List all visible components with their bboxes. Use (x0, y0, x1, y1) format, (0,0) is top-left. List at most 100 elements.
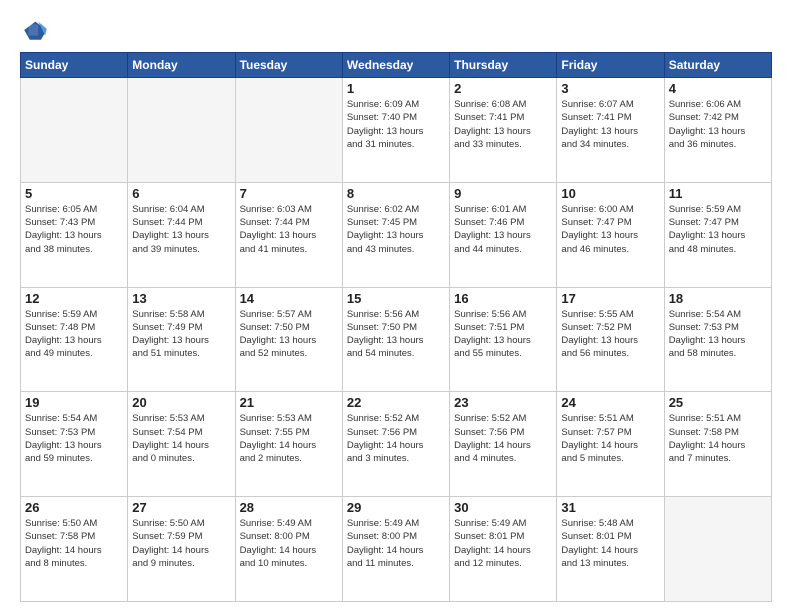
day-info: Sunrise: 5:54 AM Sunset: 7:53 PM Dayligh… (25, 412, 123, 465)
calendar-cell: 30 Sunrise: 5:49 AM Sunset: 8:01 PM Dayli… (450, 497, 557, 602)
calendar-cell: 22Sunrise: 5:52 AM Sunset: 7:56 PM Dayli… (342, 392, 449, 497)
calendar-header-row: SundayMondayTuesdayWednesdayThursdayFrid… (21, 53, 772, 78)
day-info: Sunrise: 6:06 AM Sunset: 7:42 PM Dayligh… (669, 98, 767, 151)
col-header-saturday: Saturday (664, 53, 771, 78)
calendar-cell: 29 Sunrise: 5:49 AM Sunset: 8:00 PM Dayli… (342, 497, 449, 602)
calendar-cell: 12Sunrise: 5:59 AM Sunset: 7:48 PM Dayli… (21, 287, 128, 392)
calendar-cell: 26 Sunrise: 5:50 AM Sunset: 7:58 PM Dayli… (21, 497, 128, 602)
day-info: Sunrise: 6:00 AM Sunset: 7:47 PM Dayligh… (561, 203, 659, 256)
day-number: 28 (240, 500, 338, 515)
day-number: 6 (132, 186, 230, 201)
day-info: Sunrise: 5:53 AM Sunset: 7:54 PM Dayligh… (132, 412, 230, 465)
calendar-cell: 11Sunrise: 5:59 AM Sunset: 7:47 PM Dayli… (664, 182, 771, 287)
calendar-cell (21, 78, 128, 183)
day-number: 27 (132, 500, 230, 515)
calendar-cell: 8 Sunrise: 6:02 AM Sunset: 7:45 PM Daylig… (342, 182, 449, 287)
week-row-4: 19 Sunrise: 5:54 AM Sunset: 7:53 PM Dayli… (21, 392, 772, 497)
day-number: 19 (25, 395, 123, 410)
day-info: Sunrise: 6:02 AM Sunset: 7:45 PM Dayligh… (347, 203, 445, 256)
day-info: Sunrise: 5:48 AM Sunset: 8:01 PM Dayligh… (561, 517, 659, 570)
calendar-cell: 25Sunrise: 5:51 AM Sunset: 7:58 PM Dayli… (664, 392, 771, 497)
day-number: 23 (454, 395, 552, 410)
day-info: Sunrise: 5:56 AM Sunset: 7:50 PM Dayligh… (347, 308, 445, 361)
week-row-3: 12Sunrise: 5:59 AM Sunset: 7:48 PM Dayli… (21, 287, 772, 392)
col-header-sunday: Sunday (21, 53, 128, 78)
calendar-cell: 18 Sunrise: 5:54 AM Sunset: 7:53 PM Dayli… (664, 287, 771, 392)
day-info: Sunrise: 5:59 AM Sunset: 7:47 PM Dayligh… (669, 203, 767, 256)
day-info: Sunrise: 5:52 AM Sunset: 7:56 PM Dayligh… (454, 412, 552, 465)
day-info: Sunrise: 5:49 AM Sunset: 8:01 PM Dayligh… (454, 517, 552, 570)
col-header-monday: Monday (128, 53, 235, 78)
day-info: Sunrise: 5:50 AM Sunset: 7:59 PM Dayligh… (132, 517, 230, 570)
day-number: 1 (347, 81, 445, 96)
page: SundayMondayTuesdayWednesdayThursdayFrid… (0, 0, 792, 612)
calendar-cell: 5 Sunrise: 6:05 AM Sunset: 7:43 PM Daylig… (21, 182, 128, 287)
day-info: Sunrise: 6:07 AM Sunset: 7:41 PM Dayligh… (561, 98, 659, 151)
day-number: 16 (454, 291, 552, 306)
calendar-cell (664, 497, 771, 602)
day-info: Sunrise: 6:01 AM Sunset: 7:46 PM Dayligh… (454, 203, 552, 256)
day-info: Sunrise: 6:04 AM Sunset: 7:44 PM Dayligh… (132, 203, 230, 256)
calendar-cell: 16Sunrise: 5:56 AM Sunset: 7:51 PM Dayli… (450, 287, 557, 392)
day-number: 31 (561, 500, 659, 515)
day-number: 8 (347, 186, 445, 201)
calendar-cell (128, 78, 235, 183)
day-info: Sunrise: 5:49 AM Sunset: 8:00 PM Dayligh… (347, 517, 445, 570)
calendar-cell: 27 Sunrise: 5:50 AM Sunset: 7:59 PM Dayli… (128, 497, 235, 602)
calendar-table: SundayMondayTuesdayWednesdayThursdayFrid… (20, 52, 772, 602)
calendar-cell: 4 Sunrise: 6:06 AM Sunset: 7:42 PM Daylig… (664, 78, 771, 183)
day-number: 29 (347, 500, 445, 515)
day-number: 22 (347, 395, 445, 410)
calendar-cell: 14 Sunrise: 5:57 AM Sunset: 7:50 PM Dayli… (235, 287, 342, 392)
week-row-1: 1 Sunrise: 6:09 AM Sunset: 7:40 PM Daylig… (21, 78, 772, 183)
day-number: 20 (132, 395, 230, 410)
day-number: 26 (25, 500, 123, 515)
calendar-cell: 15 Sunrise: 5:56 AM Sunset: 7:50 PM Dayli… (342, 287, 449, 392)
day-number: 21 (240, 395, 338, 410)
calendar-cell: 6 Sunrise: 6:04 AM Sunset: 7:44 PM Daylig… (128, 182, 235, 287)
day-info: Sunrise: 5:54 AM Sunset: 7:53 PM Dayligh… (669, 308, 767, 361)
calendar-cell: 2Sunrise: 6:08 AM Sunset: 7:41 PM Daylig… (450, 78, 557, 183)
day-number: 10 (561, 186, 659, 201)
col-header-wednesday: Wednesday (342, 53, 449, 78)
calendar-cell: 28Sunrise: 5:49 AM Sunset: 8:00 PM Dayli… (235, 497, 342, 602)
day-number: 5 (25, 186, 123, 201)
col-header-tuesday: Tuesday (235, 53, 342, 78)
day-number: 7 (240, 186, 338, 201)
day-info: Sunrise: 6:03 AM Sunset: 7:44 PM Dayligh… (240, 203, 338, 256)
day-info: Sunrise: 5:59 AM Sunset: 7:48 PM Dayligh… (25, 308, 123, 361)
calendar-cell: 13Sunrise: 5:58 AM Sunset: 7:49 PM Dayli… (128, 287, 235, 392)
col-header-friday: Friday (557, 53, 664, 78)
day-number: 30 (454, 500, 552, 515)
week-row-5: 26 Sunrise: 5:50 AM Sunset: 7:58 PM Dayli… (21, 497, 772, 602)
calendar-cell: 10 Sunrise: 6:00 AM Sunset: 7:47 PM Dayli… (557, 182, 664, 287)
calendar-cell: 23 Sunrise: 5:52 AM Sunset: 7:56 PM Dayli… (450, 392, 557, 497)
calendar-cell: 24 Sunrise: 5:51 AM Sunset: 7:57 PM Dayli… (557, 392, 664, 497)
calendar-cell: 9Sunrise: 6:01 AM Sunset: 7:46 PM Daylig… (450, 182, 557, 287)
logo-icon (20, 16, 48, 44)
day-info: Sunrise: 6:09 AM Sunset: 7:40 PM Dayligh… (347, 98, 445, 151)
day-info: Sunrise: 5:51 AM Sunset: 7:58 PM Dayligh… (669, 412, 767, 465)
day-number: 3 (561, 81, 659, 96)
calendar-cell: 1 Sunrise: 6:09 AM Sunset: 7:40 PM Daylig… (342, 78, 449, 183)
day-number: 13 (132, 291, 230, 306)
day-number: 14 (240, 291, 338, 306)
day-info: Sunrise: 6:05 AM Sunset: 7:43 PM Dayligh… (25, 203, 123, 256)
day-number: 17 (561, 291, 659, 306)
calendar-cell: 17 Sunrise: 5:55 AM Sunset: 7:52 PM Dayli… (557, 287, 664, 392)
day-info: Sunrise: 5:51 AM Sunset: 7:57 PM Dayligh… (561, 412, 659, 465)
calendar-cell: 31 Sunrise: 5:48 AM Sunset: 8:01 PM Dayli… (557, 497, 664, 602)
day-number: 4 (669, 81, 767, 96)
calendar-cell: 20 Sunrise: 5:53 AM Sunset: 7:54 PM Dayli… (128, 392, 235, 497)
day-info: Sunrise: 6:08 AM Sunset: 7:41 PM Dayligh… (454, 98, 552, 151)
day-number: 15 (347, 291, 445, 306)
day-info: Sunrise: 5:50 AM Sunset: 7:58 PM Dayligh… (25, 517, 123, 570)
day-info: Sunrise: 5:55 AM Sunset: 7:52 PM Dayligh… (561, 308, 659, 361)
day-info: Sunrise: 5:53 AM Sunset: 7:55 PM Dayligh… (240, 412, 338, 465)
day-number: 24 (561, 395, 659, 410)
header (20, 16, 772, 44)
day-number: 18 (669, 291, 767, 306)
logo (20, 16, 50, 44)
calendar-cell: 21 Sunrise: 5:53 AM Sunset: 7:55 PM Dayli… (235, 392, 342, 497)
day-info: Sunrise: 5:57 AM Sunset: 7:50 PM Dayligh… (240, 308, 338, 361)
